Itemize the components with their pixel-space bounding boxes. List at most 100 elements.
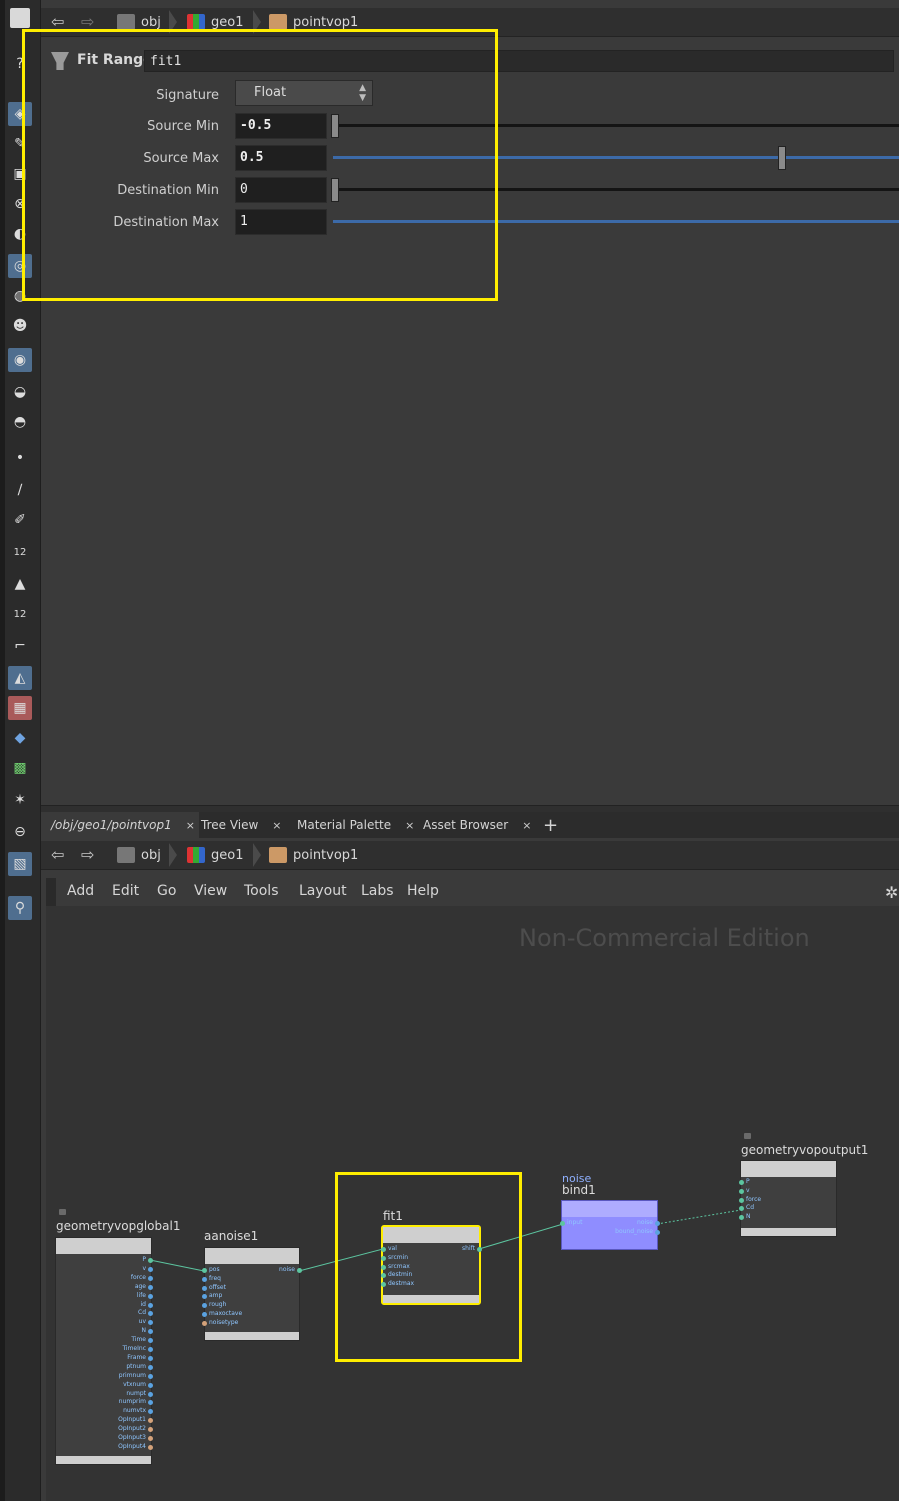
node-label: geometryvopglobal1 [56,1219,181,1233]
port-label: Frame [127,1353,146,1361]
port-dot[interactable] [148,1436,153,1441]
number-icon[interactable]: 12 [8,540,32,564]
port-dot[interactable] [148,1347,153,1352]
camera-icon[interactable]: ◒ [8,380,32,404]
shade-icon[interactable]: ◉ [8,348,32,372]
node-footer [741,1228,836,1236]
port-dot[interactable] [148,1258,153,1263]
port-label: P [746,1178,750,1185]
wrench-icon[interactable]: ✲ [885,883,898,902]
node-footer [56,1456,151,1464]
port-dot[interactable] [655,1230,660,1235]
pane-tabs: /obj/geo1/pointvop1 × Tree View × Material… [41,812,899,838]
circle-icon[interactable]: ⊖ [8,820,32,844]
port-dot[interactable] [202,1320,207,1326]
lock-icon [744,1133,751,1139]
select-mode-icon[interactable] [10,8,30,28]
tab-network[interactable]: /obj/geo1/pointvop1 × [41,812,199,838]
port-dot[interactable] [202,1285,207,1291]
paint-icon[interactable]: ▲ [8,572,32,596]
plane-icon[interactable]: ◭ [8,666,32,690]
port-dot[interactable] [148,1293,153,1299]
node-header [205,1248,299,1264]
tab-material-palette[interactable]: Material Palette × [297,812,414,838]
port-label: noise [279,1266,295,1273]
port-label: N [141,1327,147,1335]
diamond-icon[interactable]: ◆ [8,726,32,750]
close-icon[interactable]: × [522,819,531,832]
menu-view[interactable]: View [194,883,227,899]
port-dot[interactable] [148,1364,153,1370]
port-label: Cd [138,1309,146,1317]
port-label: OpInput3 [118,1434,146,1441]
curve-icon[interactable]: ⌐ [8,634,32,658]
menu-tools[interactable]: Tools [244,883,279,899]
port-label: rough [209,1301,227,1309]
network-scrollbar[interactable] [46,878,56,908]
port-dot[interactable] [297,1268,302,1273]
number-paint-icon[interactable]: 12 [8,602,32,626]
port-dot[interactable] [148,1391,153,1397]
port-dot[interactable] [202,1268,207,1273]
node-header [562,1201,657,1217]
pen-icon[interactable]: ✐ [8,508,32,532]
port-dot[interactable] [148,1373,153,1379]
tab-asset-browser[interactable]: Asset Browser × [423,812,531,838]
slider-thumb[interactable] [778,146,786,170]
pin-icon[interactable]: ⚲ [8,896,32,920]
port-label: force [746,1195,762,1203]
close-icon[interactable]: × [405,819,414,832]
uv-icon[interactable]: ▩ [8,756,32,780]
crumb-separator [169,843,177,867]
port-dot[interactable] [148,1302,153,1308]
vop-icon [269,847,287,863]
brush-icon[interactable]: ∕ [8,478,32,502]
skull-icon[interactable]: ☻ [8,314,32,338]
port-dot[interactable] [148,1355,153,1361]
port-dot[interactable] [148,1266,153,1272]
port-dot[interactable] [739,1180,744,1185]
transform-icon[interactable]: ✶ [8,788,32,812]
menu-labs[interactable]: Labs [361,883,394,899]
menu-go[interactable]: Go [157,883,176,899]
port-dot[interactable] [148,1382,153,1388]
checker-icon[interactable]: ▦ [8,696,32,720]
close-icon[interactable]: × [186,819,195,832]
crumb-pointvop1[interactable]: pointvop1 [269,843,358,867]
render-icon[interactable]: ◓ [8,410,32,434]
port-dot[interactable] [202,1276,207,1282]
port-dot[interactable] [148,1284,153,1290]
menu-layout[interactable]: Layout [299,883,347,899]
node-label: aanoise1 [204,1229,259,1243]
lock-icon [59,1209,66,1215]
port-label: primnum [118,1371,146,1379]
obj-icon [117,14,135,30]
port-dot[interactable] [739,1197,744,1203]
close-icon[interactable]: × [272,819,281,832]
port-dot[interactable] [202,1312,207,1317]
crumb-obj[interactable]: obj [117,843,161,867]
port-dot[interactable] [739,1188,744,1194]
port-label: OpInput2 [118,1425,146,1433]
tab-tree-view[interactable]: Tree View × [201,812,282,838]
menu-add[interactable]: Add [67,883,94,899]
port-label: TimeInc [122,1345,146,1352]
point-icon[interactable]: • [8,446,32,470]
port-label: ptnum [126,1362,146,1370]
port-dot[interactable] [148,1444,153,1450]
port-label: id [140,1300,146,1308]
network-path-bar: ⇦ ⇨ obj geo1 pointvop1 [41,841,899,870]
image-icon[interactable]: ▧ [8,852,32,876]
menu-edit[interactable]: Edit [112,883,139,899]
menu-help[interactable]: Help [407,883,439,899]
port-dot[interactable] [655,1221,660,1226]
forward-arrow-icon[interactable]: ⇨ [81,845,94,864]
back-arrow-icon[interactable]: ⇦ [51,845,64,864]
geo-icon [187,847,205,863]
port-dot[interactable] [148,1275,153,1281]
obj-icon [117,847,135,863]
crumb-geo1[interactable]: geo1 [187,843,243,867]
port-dot[interactable] [560,1221,565,1226]
add-tab-button[interactable]: + [543,812,558,838]
port-label: bound_noise [615,1228,653,1235]
